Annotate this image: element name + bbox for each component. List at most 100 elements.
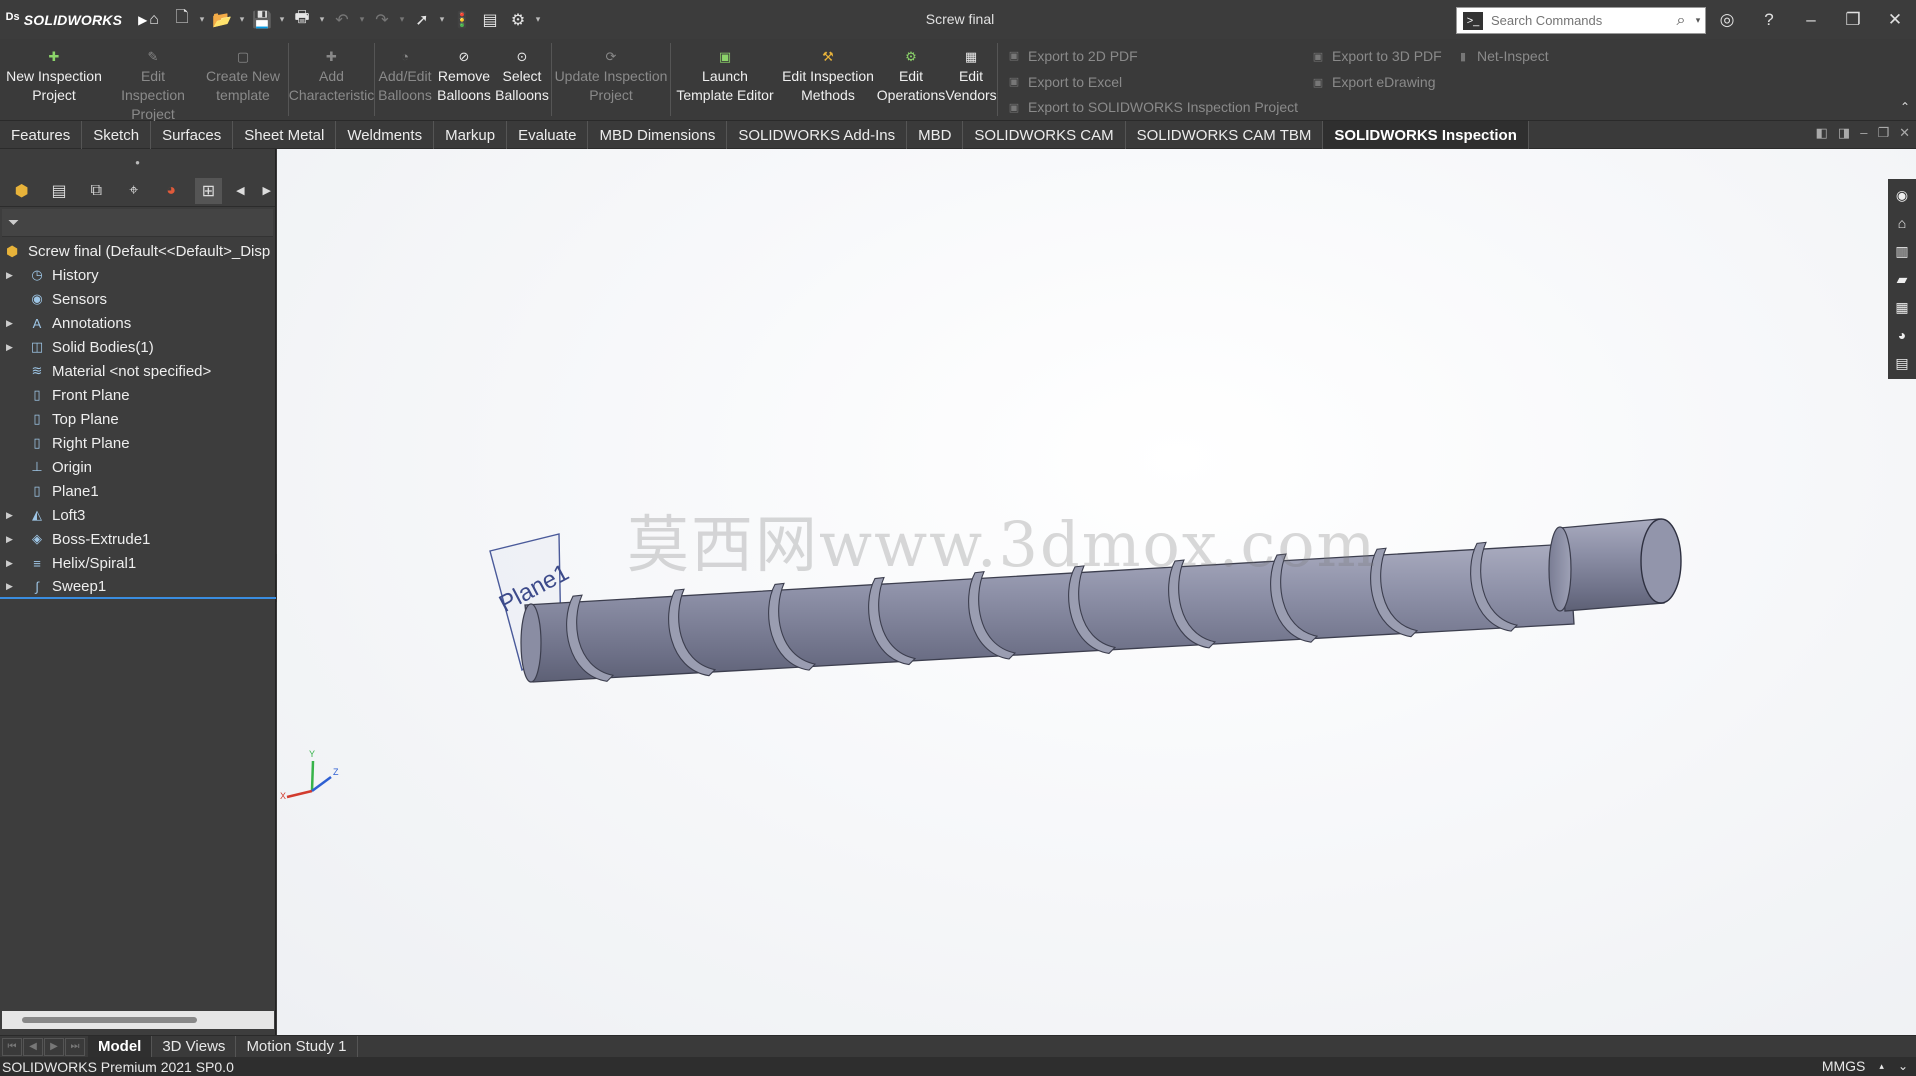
tab-mbd-dimensions[interactable]: MBD Dimensions: [588, 121, 728, 149]
tree-item-front-plane[interactable]: ▯ Front Plane: [0, 383, 276, 407]
update-inspection-project-button[interactable]: ⟳ Update Inspection Project: [552, 39, 670, 120]
tree-item-plane1[interactable]: ▯ Plane1: [0, 479, 276, 503]
tree-item-solid-bodies-1[interactable]: ▶ ◫ Solid Bodies(1): [0, 335, 276, 359]
tab-sketch[interactable]: Sketch: [82, 121, 152, 149]
property-manager-tab-icon[interactable]: ▤: [45, 178, 72, 204]
search-input[interactable]: [1491, 9, 1671, 32]
expand-arrow-icon[interactable]: ▶: [0, 558, 16, 569]
bottom-tab-3d-views[interactable]: 3D Views: [152, 1035, 237, 1058]
expand-arrow-icon[interactable]: ▶: [0, 318, 16, 329]
tree-item-history[interactable]: ▶ ◷ History: [0, 263, 276, 287]
tab-features[interactable]: Features: [0, 121, 83, 149]
minimize-icon[interactable]: –: [1790, 0, 1832, 39]
new-inspection-project-button[interactable]: ✚ New Inspection Project: [0, 39, 108, 120]
search-dropdown-icon[interactable]: ▾: [1691, 15, 1705, 26]
boss-end-face[interactable]: [1640, 518, 1682, 604]
close-icon[interactable]: ✕: [1874, 0, 1916, 39]
edit-vendors-button[interactable]: ▦ Edit Vendors: [945, 39, 997, 120]
configuration-manager-tab-icon[interactable]: ⧉: [83, 178, 110, 204]
search-commands-box[interactable]: >_ ⌕ ▾: [1456, 7, 1706, 34]
tab-sheet-metal[interactable]: Sheet Metal: [233, 121, 337, 149]
new-icon[interactable]: 🗋: [168, 6, 196, 34]
prev-tab-icon[interactable]: ◀: [23, 1037, 43, 1056]
open-icon[interactable]: 📂: [208, 6, 236, 34]
undo-dropdown-icon[interactable]: ▾: [356, 14, 368, 25]
custom-properties-icon[interactable]: ▤: [1890, 349, 1914, 377]
home-icon[interactable]: ⌂: [140, 6, 168, 34]
edit-inspection-project-button[interactable]: ✎ Edit Inspection Project: [108, 39, 198, 123]
launch-template-editor-button[interactable]: ▣ Launch Template Editor: [671, 39, 779, 120]
edit-operations-button[interactable]: ⚙ Edit Operations: [877, 39, 945, 120]
export-2d-pdf-button[interactable]: ▣ Export to 2D PDF: [1006, 43, 1302, 69]
add-characteristic-button[interactable]: ✚ Add Characteristic: [289, 39, 375, 120]
tree-item-sweep1[interactable]: ▶ ∫ Sweep1: [0, 575, 276, 599]
tab-solidworks-add-ins[interactable]: SOLIDWORKS Add-Ins: [727, 121, 908, 149]
expand-arrow-icon[interactable]: ▶: [0, 534, 16, 545]
unit-system[interactable]: MMGS: [1822, 1058, 1866, 1074]
print-dropdown-icon[interactable]: ▾: [316, 14, 328, 25]
bottom-tab-motion-study-1[interactable]: Motion Study 1: [236, 1035, 358, 1058]
rebuild-icon[interactable]: 🚦: [448, 6, 476, 34]
restore-icon[interactable]: ❐: [1832, 0, 1874, 39]
graphics-area[interactable]: Plane1 Y X Z 莫西网www.3dmox.com ◉ ⌂ ▥ ▰ ▦ …: [277, 149, 1916, 1035]
select-balloons-button[interactable]: ⊙ Select Balloons: [493, 39, 551, 120]
last-tab-icon[interactable]: ⏭: [65, 1037, 85, 1056]
expand-arrow-icon[interactable]: ▶: [0, 510, 16, 521]
redo-dropdown-icon[interactable]: ▾: [396, 14, 408, 25]
export-excel-button[interactable]: ▣ Export to Excel: [1006, 69, 1302, 95]
save-icon[interactable]: 💾: [248, 6, 276, 34]
unit-dropdown-icon[interactable]: ▴: [1879, 1061, 1884, 1072]
view-palette-icon[interactable]: ▦: [1890, 293, 1914, 321]
tab-scroll-right-icon[interactable]: ▶: [259, 178, 275, 204]
first-tab-icon[interactable]: ⏮: [2, 1037, 22, 1056]
open-dropdown-icon[interactable]: ▾: [236, 14, 248, 25]
tree-item-sensors[interactable]: ◉ Sensors: [0, 287, 276, 311]
tab-weldments[interactable]: Weldments: [336, 121, 435, 149]
home-task-icon[interactable]: ⌂: [1890, 209, 1914, 237]
tab-solidworks-inspection[interactable]: SOLIDWORKS Inspection: [1323, 121, 1529, 149]
redo-icon[interactable]: ↷: [368, 6, 396, 34]
help-icon[interactable]: ?: [1748, 0, 1790, 39]
export-3d-pdf-button[interactable]: ▣ Export to 3D PDF: [1310, 43, 1447, 69]
display-manager-tab-icon[interactable]: ◕: [157, 178, 184, 204]
add-edit-balloons-button[interactable]: ◔ Add/Edit Balloons: [375, 39, 435, 120]
tree-item-right-plane[interactable]: ▯ Right Plane: [0, 431, 276, 455]
undo-icon[interactable]: ↶: [328, 6, 356, 34]
doc-minimize-icon[interactable]: –: [1860, 125, 1867, 141]
tree-item-top-plane[interactable]: ▯ Top Plane: [0, 407, 276, 431]
save-dropdown-icon[interactable]: ▾: [276, 14, 288, 25]
expand-arrow-icon[interactable]: ▶: [0, 342, 16, 353]
select-dropdown-icon[interactable]: ▾: [436, 14, 448, 25]
tab-surfaces[interactable]: Surfaces: [151, 121, 234, 149]
dimxpert-manager-tab-icon[interactable]: ⌖: [120, 178, 147, 204]
tree-item-helix-spiral1[interactable]: ▶ ≡ Helix/Spiral1: [0, 551, 276, 575]
file-properties-icon[interactable]: ▤: [476, 6, 504, 34]
inspection-tab-icon[interactable]: ⊞: [194, 177, 223, 204]
tab-evaluate[interactable]: Evaluate: [507, 121, 589, 149]
bottom-tab-model[interactable]: Model: [88, 1035, 153, 1058]
tab-markup[interactable]: Markup: [434, 121, 508, 149]
tile-right-icon[interactable]: ◨: [1838, 125, 1850, 141]
solidworks-logo[interactable]: ᴰˢ SOLIDWORKS ▶: [0, 11, 147, 29]
edit-inspection-methods-button[interactable]: ⚒ Edit Inspection Methods: [779, 39, 877, 120]
horizontal-scrollbar-thumb[interactable]: [22, 1017, 197, 1023]
status-options-icon[interactable]: ⌄: [1898, 1059, 1908, 1073]
expand-arrow-icon[interactable]: ▶: [0, 270, 16, 281]
file-explorer-icon[interactable]: ▰: [1890, 265, 1914, 293]
create-new-template-button[interactable]: ▢ Create New template: [198, 39, 288, 120]
tree-item-material-not-specified[interactable]: ≋ Material <not specified>: [0, 359, 276, 383]
search-icon[interactable]: ⌕: [1671, 12, 1691, 30]
user-account-icon[interactable]: ◎: [1706, 0, 1748, 39]
expand-arrow-icon[interactable]: ▶: [0, 581, 16, 592]
export-inspection-project-button[interactable]: ▣ Export to SOLIDWORKS Inspection Project: [1006, 94, 1302, 120]
tree-item-boss-extrude1[interactable]: ▶ ◈ Boss-Extrude1: [0, 527, 276, 551]
doc-close-icon[interactable]: ✕: [1899, 125, 1910, 141]
next-tab-icon[interactable]: ▶: [44, 1037, 64, 1056]
tree-item-annotations[interactable]: ▶ A Annotations: [0, 311, 276, 335]
select-icon[interactable]: ➚: [408, 6, 436, 34]
tile-left-icon[interactable]: ◧: [1816, 125, 1828, 141]
net-inspect-button[interactable]: ▮ Net-Inspect: [1455, 43, 1567, 69]
tree-item-origin[interactable]: ⊥ Origin: [0, 455, 276, 479]
tab-solidworks-cam-tbm[interactable]: SOLIDWORKS CAM TBM: [1126, 121, 1324, 149]
feature-manager-tab-icon[interactable]: ⬢: [8, 178, 35, 204]
